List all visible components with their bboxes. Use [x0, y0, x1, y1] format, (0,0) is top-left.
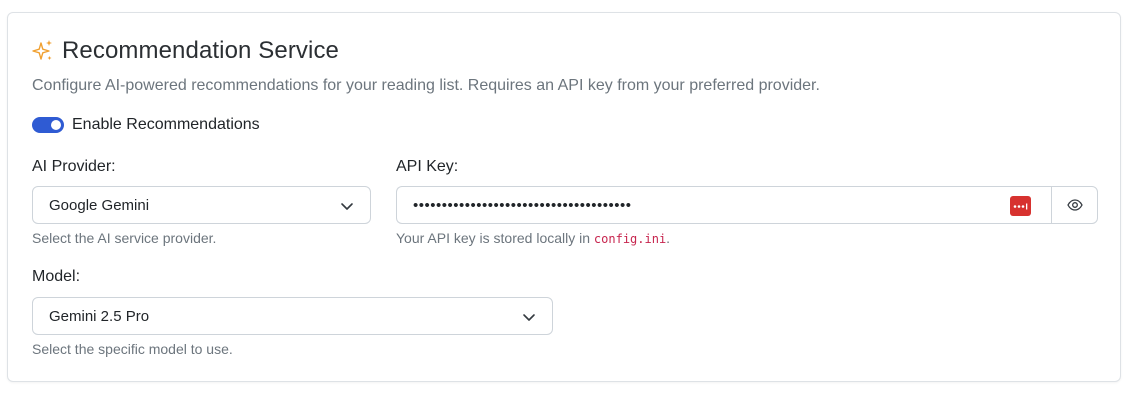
- api-key-masked-value: ••••••••••••••••••••••••••••••••••••••: [413, 196, 632, 214]
- provider-select[interactable]: Google Gemini: [32, 186, 371, 224]
- api-key-label: API Key:: [396, 158, 459, 175]
- model-select[interactable]: Gemini 2.5 Pro: [32, 297, 553, 335]
- config-file-name: config.ini: [593, 232, 667, 246]
- api-key-input[interactable]: ••••••••••••••••••••••••••••••••••••••: [396, 186, 1051, 224]
- toggle-knob: [51, 120, 61, 130]
- section-title: Recommendation Service: [62, 37, 339, 64]
- chevron-down-icon: [523, 314, 535, 321]
- toggle-switch[interactable]: [32, 117, 64, 133]
- model-label: Model:: [32, 268, 81, 285]
- eye-icon: [1066, 199, 1083, 211]
- recommendation-service-card: Recommendation Service Configure AI-powe…: [7, 12, 1121, 382]
- model-select-value: Gemini 2.5 Pro: [49, 307, 150, 325]
- provider-help-text: Select the AI service provider.: [32, 230, 217, 246]
- api-key-help-suffix: .: [666, 230, 671, 246]
- password-manager-icon[interactable]: [1010, 196, 1031, 216]
- api-key-help-prefix: Your API key is stored locally in: [396, 230, 594, 246]
- model-help-text: Select the specific model to use.: [32, 341, 233, 357]
- sparkles-icon: [32, 39, 54, 63]
- card-header: Recommendation Service: [32, 37, 339, 65]
- provider-select-value: Google Gemini: [49, 196, 150, 214]
- chevron-down-icon: [341, 203, 353, 210]
- api-key-input-group: ••••••••••••••••••••••••••••••••••••••: [396, 186, 1098, 224]
- provider-label: AI Provider:: [32, 158, 116, 175]
- section-description: Configure AI-powered recommendations for…: [32, 77, 820, 94]
- toggle-label: Enable Recommendations: [72, 116, 260, 133]
- api-key-help-text: Your API key is stored locally in config…: [396, 230, 670, 246]
- enable-recommendations-toggle[interactable]: Enable Recommendations: [32, 116, 260, 134]
- toggle-api-key-visibility-button[interactable]: [1051, 186, 1098, 224]
